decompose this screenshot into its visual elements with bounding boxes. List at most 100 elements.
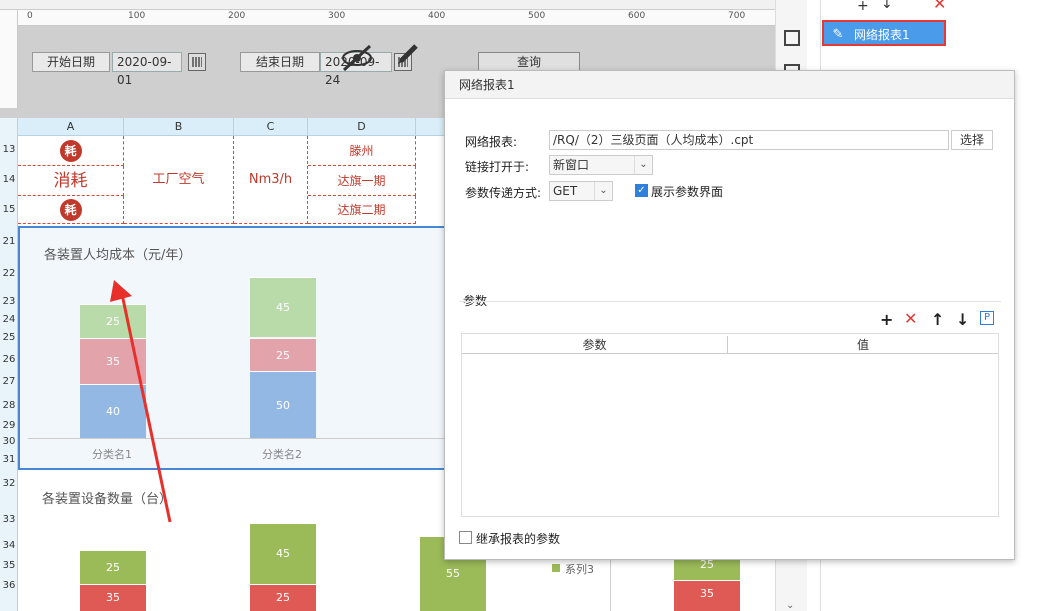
- chart-title: 各装置人均成本（元/年）: [44, 248, 192, 263]
- row-number: 14: [2, 174, 16, 185]
- row-number: 23: [2, 296, 16, 307]
- delete-icon[interactable]: ✕: [933, 0, 946, 13]
- arrow-down-icon[interactable]: ↓: [881, 0, 893, 12]
- ruler-label: 400: [428, 11, 446, 21]
- row-number: 36: [2, 580, 16, 591]
- column-b[interactable]: B: [124, 118, 234, 136]
- row-number: 35: [2, 560, 16, 571]
- chevron-down-icon: ⌄: [594, 182, 612, 200]
- row-number: 26: [2, 354, 16, 365]
- column-c[interactable]: C: [234, 118, 308, 136]
- chart-bar: 50: [250, 371, 316, 438]
- scroll-down-icon[interactable]: ⌄: [786, 600, 794, 611]
- row-number: 15: [2, 204, 16, 215]
- param-table: 参数 值: [461, 333, 999, 517]
- cell-d15[interactable]: 达旗二期: [308, 196, 416, 224]
- hyperlink-item-label: 网络报表1: [854, 28, 910, 42]
- chart-bar: 35: [674, 580, 740, 611]
- row-header: 13 14 15 21 22 23 24 25 26 27 28 29 30 3…: [0, 118, 18, 611]
- row-number: 24: [2, 314, 16, 325]
- row-number: 32: [2, 478, 16, 489]
- row-number: 31: [2, 454, 16, 465]
- report-path-input[interactable]: /RQ/（2）三级页面（人均成本）.cpt: [549, 130, 949, 150]
- ruler-label: 600: [628, 11, 646, 21]
- chevron-down-icon: ⌄: [634, 156, 652, 174]
- inherit-params-checkbox[interactable]: [459, 531, 472, 544]
- cell-b[interactable]: 工厂空气: [124, 136, 234, 224]
- add-icon[interactable]: +: [857, 0, 869, 14]
- chart-bar: 45: [250, 523, 316, 584]
- param-table-header: 参数 值: [462, 334, 998, 354]
- chart-bar: 25: [250, 337, 316, 371]
- top-toolbar: [0, 0, 775, 10]
- open-in-select[interactable]: 新窗口 ⌄: [549, 155, 653, 175]
- inherit-params-label: 继承报表的参数: [476, 532, 561, 546]
- x-axis: [28, 438, 458, 439]
- ruler-label: 500: [528, 11, 546, 21]
- start-date-label: 开始日期: [32, 52, 110, 72]
- ruler-label: 700: [728, 11, 746, 21]
- chart-bar: 25: [80, 550, 146, 584]
- end-date-label: 结束日期: [240, 52, 320, 72]
- edit-icon: ✎: [832, 27, 844, 42]
- open-in-value: 新窗口: [553, 158, 590, 172]
- ruler-label: 100: [128, 11, 146, 21]
- row-number: 22: [2, 268, 16, 279]
- ruler-label: 0: [27, 11, 33, 21]
- chart-bar: 45: [250, 277, 316, 338]
- arrow-down-icon[interactable]: ↓: [956, 312, 969, 328]
- row-number: 28: [2, 400, 16, 411]
- chart-bar: 35: [80, 584, 146, 611]
- row-number: 33: [2, 514, 16, 525]
- open-in-label: 链接打开于:: [465, 160, 530, 174]
- arrow-up-icon[interactable]: ↑: [931, 312, 944, 328]
- ruler-label: 300: [328, 11, 346, 21]
- frame-icon[interactable]: [784, 30, 800, 46]
- ruler-label: 200: [228, 11, 246, 21]
- add-icon[interactable]: +: [880, 312, 893, 328]
- hyperlink-list-item[interactable]: ✎ 网络报表1: [822, 20, 946, 46]
- divider: [610, 556, 611, 611]
- chart-bar: 25: [250, 584, 316, 611]
- column-a[interactable]: A: [18, 118, 124, 136]
- row-number: 27: [2, 376, 16, 387]
- column-d[interactable]: D: [308, 118, 416, 136]
- pencil-icon: [396, 40, 422, 66]
- horizontal-ruler: 0 100 200 300 400 500 600 700: [18, 10, 775, 26]
- eye-hidden-icon: [340, 42, 374, 72]
- show-param-checkbox[interactable]: ✓: [635, 184, 648, 197]
- cell-badge: 耗: [59, 199, 82, 221]
- method-value: GET: [553, 184, 578, 198]
- x-tick-label: 分类名2: [262, 448, 302, 461]
- hyperlink-dialog: 网络报表1 网络报表: /RQ/（2）三级页面（人均成本）.cpt 选择 链接打…: [444, 70, 1015, 560]
- calendar-icon[interactable]: [188, 53, 206, 71]
- row-number: 25: [2, 332, 16, 343]
- start-date-input[interactable]: 2020-09-01: [112, 52, 182, 87]
- cell-badge: 耗: [59, 140, 82, 162]
- divider: [459, 301, 1001, 302]
- row-number: 21: [2, 236, 16, 247]
- cell-a13[interactable]: 耗: [18, 136, 124, 166]
- method-label: 参数传递方式:: [465, 186, 542, 200]
- param-icon[interactable]: P: [980, 311, 994, 325]
- row-number: 30: [2, 436, 16, 447]
- chart-equipment-count[interactable]: 各装置设备数量（台） 25 35 45 25 55: [18, 472, 486, 611]
- row-number: 13: [2, 144, 16, 155]
- cell-d14[interactable]: 达旗一期: [308, 166, 416, 196]
- query-button[interactable]: 查询: [478, 52, 580, 72]
- method-select[interactable]: GET ⌄: [549, 181, 613, 201]
- param-column-header: 参数: [462, 336, 728, 353]
- vertical-ruler: [0, 10, 18, 110]
- choose-button[interactable]: 选择: [951, 130, 993, 150]
- value-column-header: 值: [856, 338, 869, 352]
- legend-label: 系列3: [565, 563, 594, 576]
- cell-a14[interactable]: 消耗: [18, 166, 124, 196]
- cell-c[interactable]: Nm3/h: [234, 136, 308, 224]
- dialog-title: 网络报表1: [445, 71, 1014, 99]
- delete-icon[interactable]: ✕: [904, 311, 917, 327]
- cell-d13[interactable]: 滕州: [308, 136, 416, 166]
- cell-a15[interactable]: 耗: [18, 196, 124, 224]
- row-number: 29: [2, 420, 16, 431]
- chart-cost-per-person[interactable]: 各装置人均成本（元/年） 40 35 25 50 25 45 分类名1 分类名2: [18, 226, 458, 470]
- show-param-label: 展示参数界面: [651, 185, 724, 199]
